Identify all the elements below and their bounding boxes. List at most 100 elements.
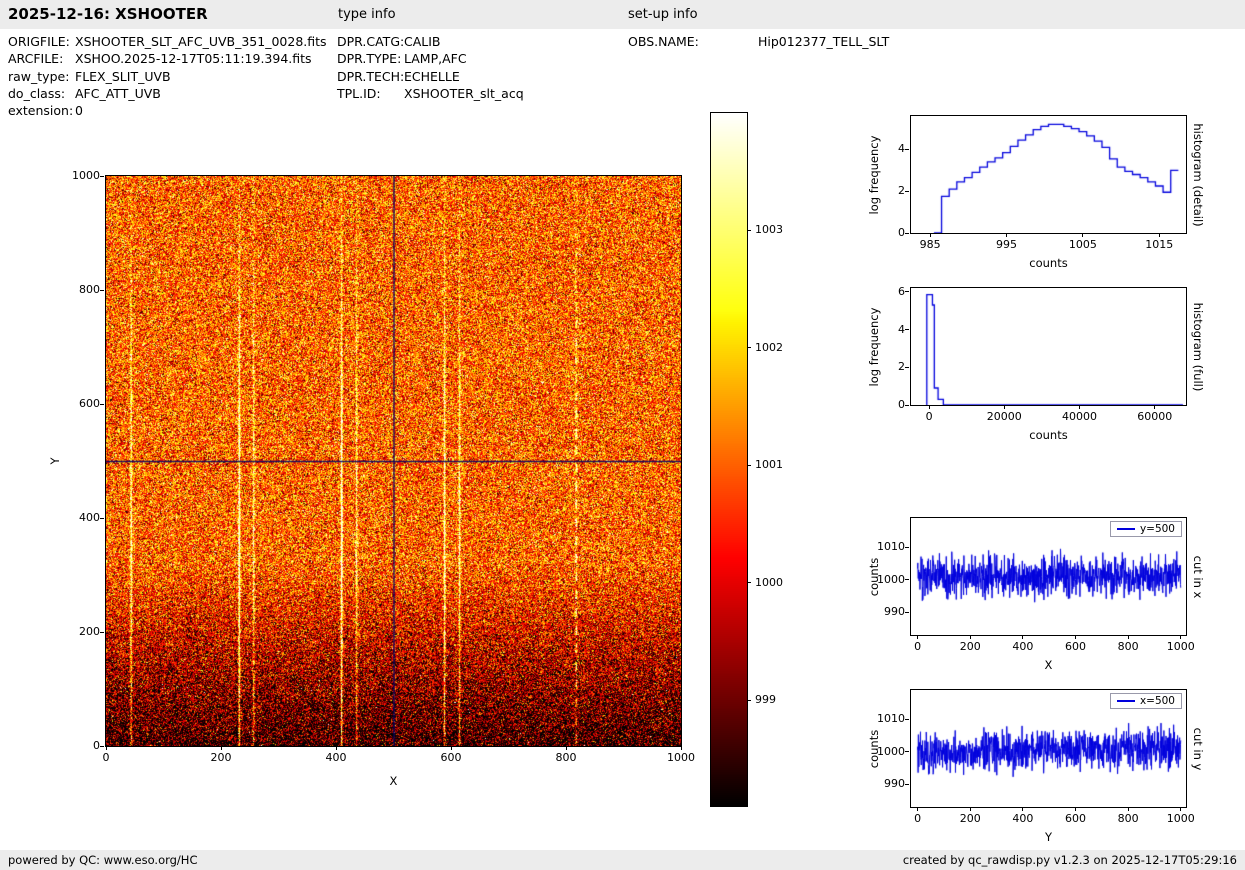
x-tick-mark xyxy=(1154,405,1155,409)
footer-left-text: powered by QC: www.eso.org/HC xyxy=(8,853,197,867)
meta-tplid-value: XSHOOTER_slt_acq xyxy=(404,86,524,101)
colorbar-tick-label: 1003 xyxy=(755,223,805,236)
cut-in-x-legend-label: y=500 xyxy=(1140,523,1175,535)
cut-in-x-right-label: cut in x xyxy=(1191,555,1205,598)
y-tick-mark xyxy=(100,176,104,177)
y-tick-label: 0 xyxy=(865,226,905,239)
y-tick-mark xyxy=(905,291,909,292)
meta-row-tplid: TPL.ID: XSHOOTER_slt_acq xyxy=(337,86,524,101)
y-tick-mark xyxy=(100,746,104,747)
y-tick-label: 0 xyxy=(865,398,905,411)
y-tick-label: 4 xyxy=(865,323,905,336)
y-tick-label: 600 xyxy=(60,397,100,410)
meta-row-dprtech: DPR.TECH: ECHELLE xyxy=(337,69,460,84)
y-tick-mark xyxy=(905,719,909,720)
cut-in-y-xlabel: Y xyxy=(911,830,1186,844)
y-tick-label: 1000 xyxy=(865,573,905,586)
x-tick-label: 60000 xyxy=(1120,410,1190,423)
x-tick-mark xyxy=(1180,807,1181,811)
meta-dprtype-value: LAMP,AFC xyxy=(404,51,467,66)
page-title: 2025-12-16: XSHOOTER xyxy=(8,5,208,23)
x-tick-label: 200 xyxy=(186,751,256,764)
y-tick-mark xyxy=(905,579,909,580)
y-tick-mark xyxy=(905,367,909,368)
footer-bar: powered by QC: www.eso.org/HC created by… xyxy=(0,850,1245,870)
header-bar: 2025-12-16: XSHOOTER type info set-up in… xyxy=(0,0,1245,29)
meta-origfile-value: XSHOOTER_SLT_AFC_UVB_351_0028.fits xyxy=(75,34,327,49)
meta-tplid-label: TPL.ID: xyxy=(337,86,404,101)
y-tick-label: 6 xyxy=(865,285,905,298)
x-tick-label: 40000 xyxy=(1045,410,1115,423)
x-tick-label: 1000 xyxy=(1146,812,1216,825)
histogram-full-xlabel: counts xyxy=(911,428,1186,442)
y-tick-label: 2 xyxy=(865,184,905,197)
x-tick-mark xyxy=(1128,807,1129,811)
legend-line-sample xyxy=(1117,528,1135,530)
x-tick-label: 1005 xyxy=(1048,238,1118,251)
y-tick-mark xyxy=(905,784,909,785)
x-tick-label: 0 xyxy=(71,751,141,764)
x-tick-label: 0 xyxy=(894,410,964,423)
y-tick-mark xyxy=(905,547,909,548)
y-tick-label: 800 xyxy=(60,283,100,296)
meta-dprcatg-value: CALIB xyxy=(404,34,441,49)
x-tick-mark xyxy=(106,746,107,750)
x-tick-label: 20000 xyxy=(969,410,1039,423)
x-tick-mark xyxy=(1022,635,1023,639)
cut-in-y-legend: x=500 xyxy=(1110,693,1182,709)
meta-row-rawtype: raw_type: FLEX_SLIT_UVB xyxy=(8,69,171,84)
y-tick-label: 400 xyxy=(60,511,100,524)
x-tick-mark xyxy=(1128,635,1129,639)
meta-obsname-value: Hip012377_TELL_SLT xyxy=(758,34,889,49)
meta-row-extension: extension: 0 xyxy=(8,103,83,118)
histogram-full-canvas xyxy=(911,288,1186,405)
detector-ylabel: Y xyxy=(48,457,62,464)
x-tick-mark xyxy=(929,405,930,409)
colorbar-tick-mark xyxy=(747,465,751,466)
meta-extension-value: 0 xyxy=(75,103,83,118)
histogram-detail-xlabel: counts xyxy=(911,256,1186,270)
x-tick-label: 600 xyxy=(416,751,486,764)
y-tick-label: 990 xyxy=(865,605,905,618)
colorbar-tick-mark xyxy=(747,347,751,348)
y-tick-label: 1000 xyxy=(60,169,100,182)
x-tick-mark xyxy=(221,746,222,750)
x-tick-mark xyxy=(1022,807,1023,811)
histogram-detail-right-label: histogram (detail) xyxy=(1191,123,1205,226)
meta-origfile-label: ORIGFILE: xyxy=(8,34,75,49)
colorbar-canvas xyxy=(711,113,747,806)
histogram-detail-plot: log frequency histogram (detail) counts … xyxy=(910,115,1187,234)
colorbar-tick-label: 1000 xyxy=(755,576,805,589)
y-tick-mark xyxy=(905,149,909,150)
y-tick-mark xyxy=(905,329,909,330)
histogram-detail-canvas xyxy=(911,116,1186,233)
detector-xlabel: X xyxy=(106,774,681,788)
x-tick-mark xyxy=(566,746,567,750)
x-tick-mark xyxy=(970,807,971,811)
y-tick-label: 4 xyxy=(865,142,905,155)
y-tick-label: 1010 xyxy=(865,540,905,553)
meta-row-dprcatg: DPR.CATG: CALIB xyxy=(337,34,441,49)
x-tick-mark xyxy=(681,746,682,750)
cut-in-x-legend: y=500 xyxy=(1110,521,1182,537)
x-tick-mark xyxy=(917,807,918,811)
x-tick-mark xyxy=(1075,807,1076,811)
histogram-full-plot: log frequency histogram (full) counts 02… xyxy=(910,287,1187,406)
y-tick-mark xyxy=(905,233,909,234)
meta-dprcatg-label: DPR.CATG: xyxy=(337,34,404,49)
cut-in-x-plot: y=500 counts cut in x X 0200400600800100… xyxy=(910,517,1187,636)
cut-in-y-right-label: cut in y xyxy=(1191,727,1205,770)
y-tick-label: 1000 xyxy=(865,745,905,758)
colorbar: 9991000100110021003 xyxy=(710,112,748,807)
x-tick-label: 400 xyxy=(301,751,371,764)
y-tick-mark xyxy=(100,290,104,291)
x-tick-mark xyxy=(1079,405,1080,409)
meta-rawtype-value: FLEX_SLIT_UVB xyxy=(75,69,171,84)
footer-right-text: created by qc_rawdisp.py v1.2.3 on 2025-… xyxy=(903,853,1237,867)
meta-arcfile-label: ARCFILE: xyxy=(8,51,75,66)
meta-rawtype-label: raw_type: xyxy=(8,69,75,84)
colorbar-tick-label: 999 xyxy=(755,693,805,706)
meta-row-dprtype: DPR.TYPE: LAMP,AFC xyxy=(337,51,467,66)
y-tick-mark xyxy=(100,518,104,519)
x-tick-label: 1000 xyxy=(646,751,716,764)
